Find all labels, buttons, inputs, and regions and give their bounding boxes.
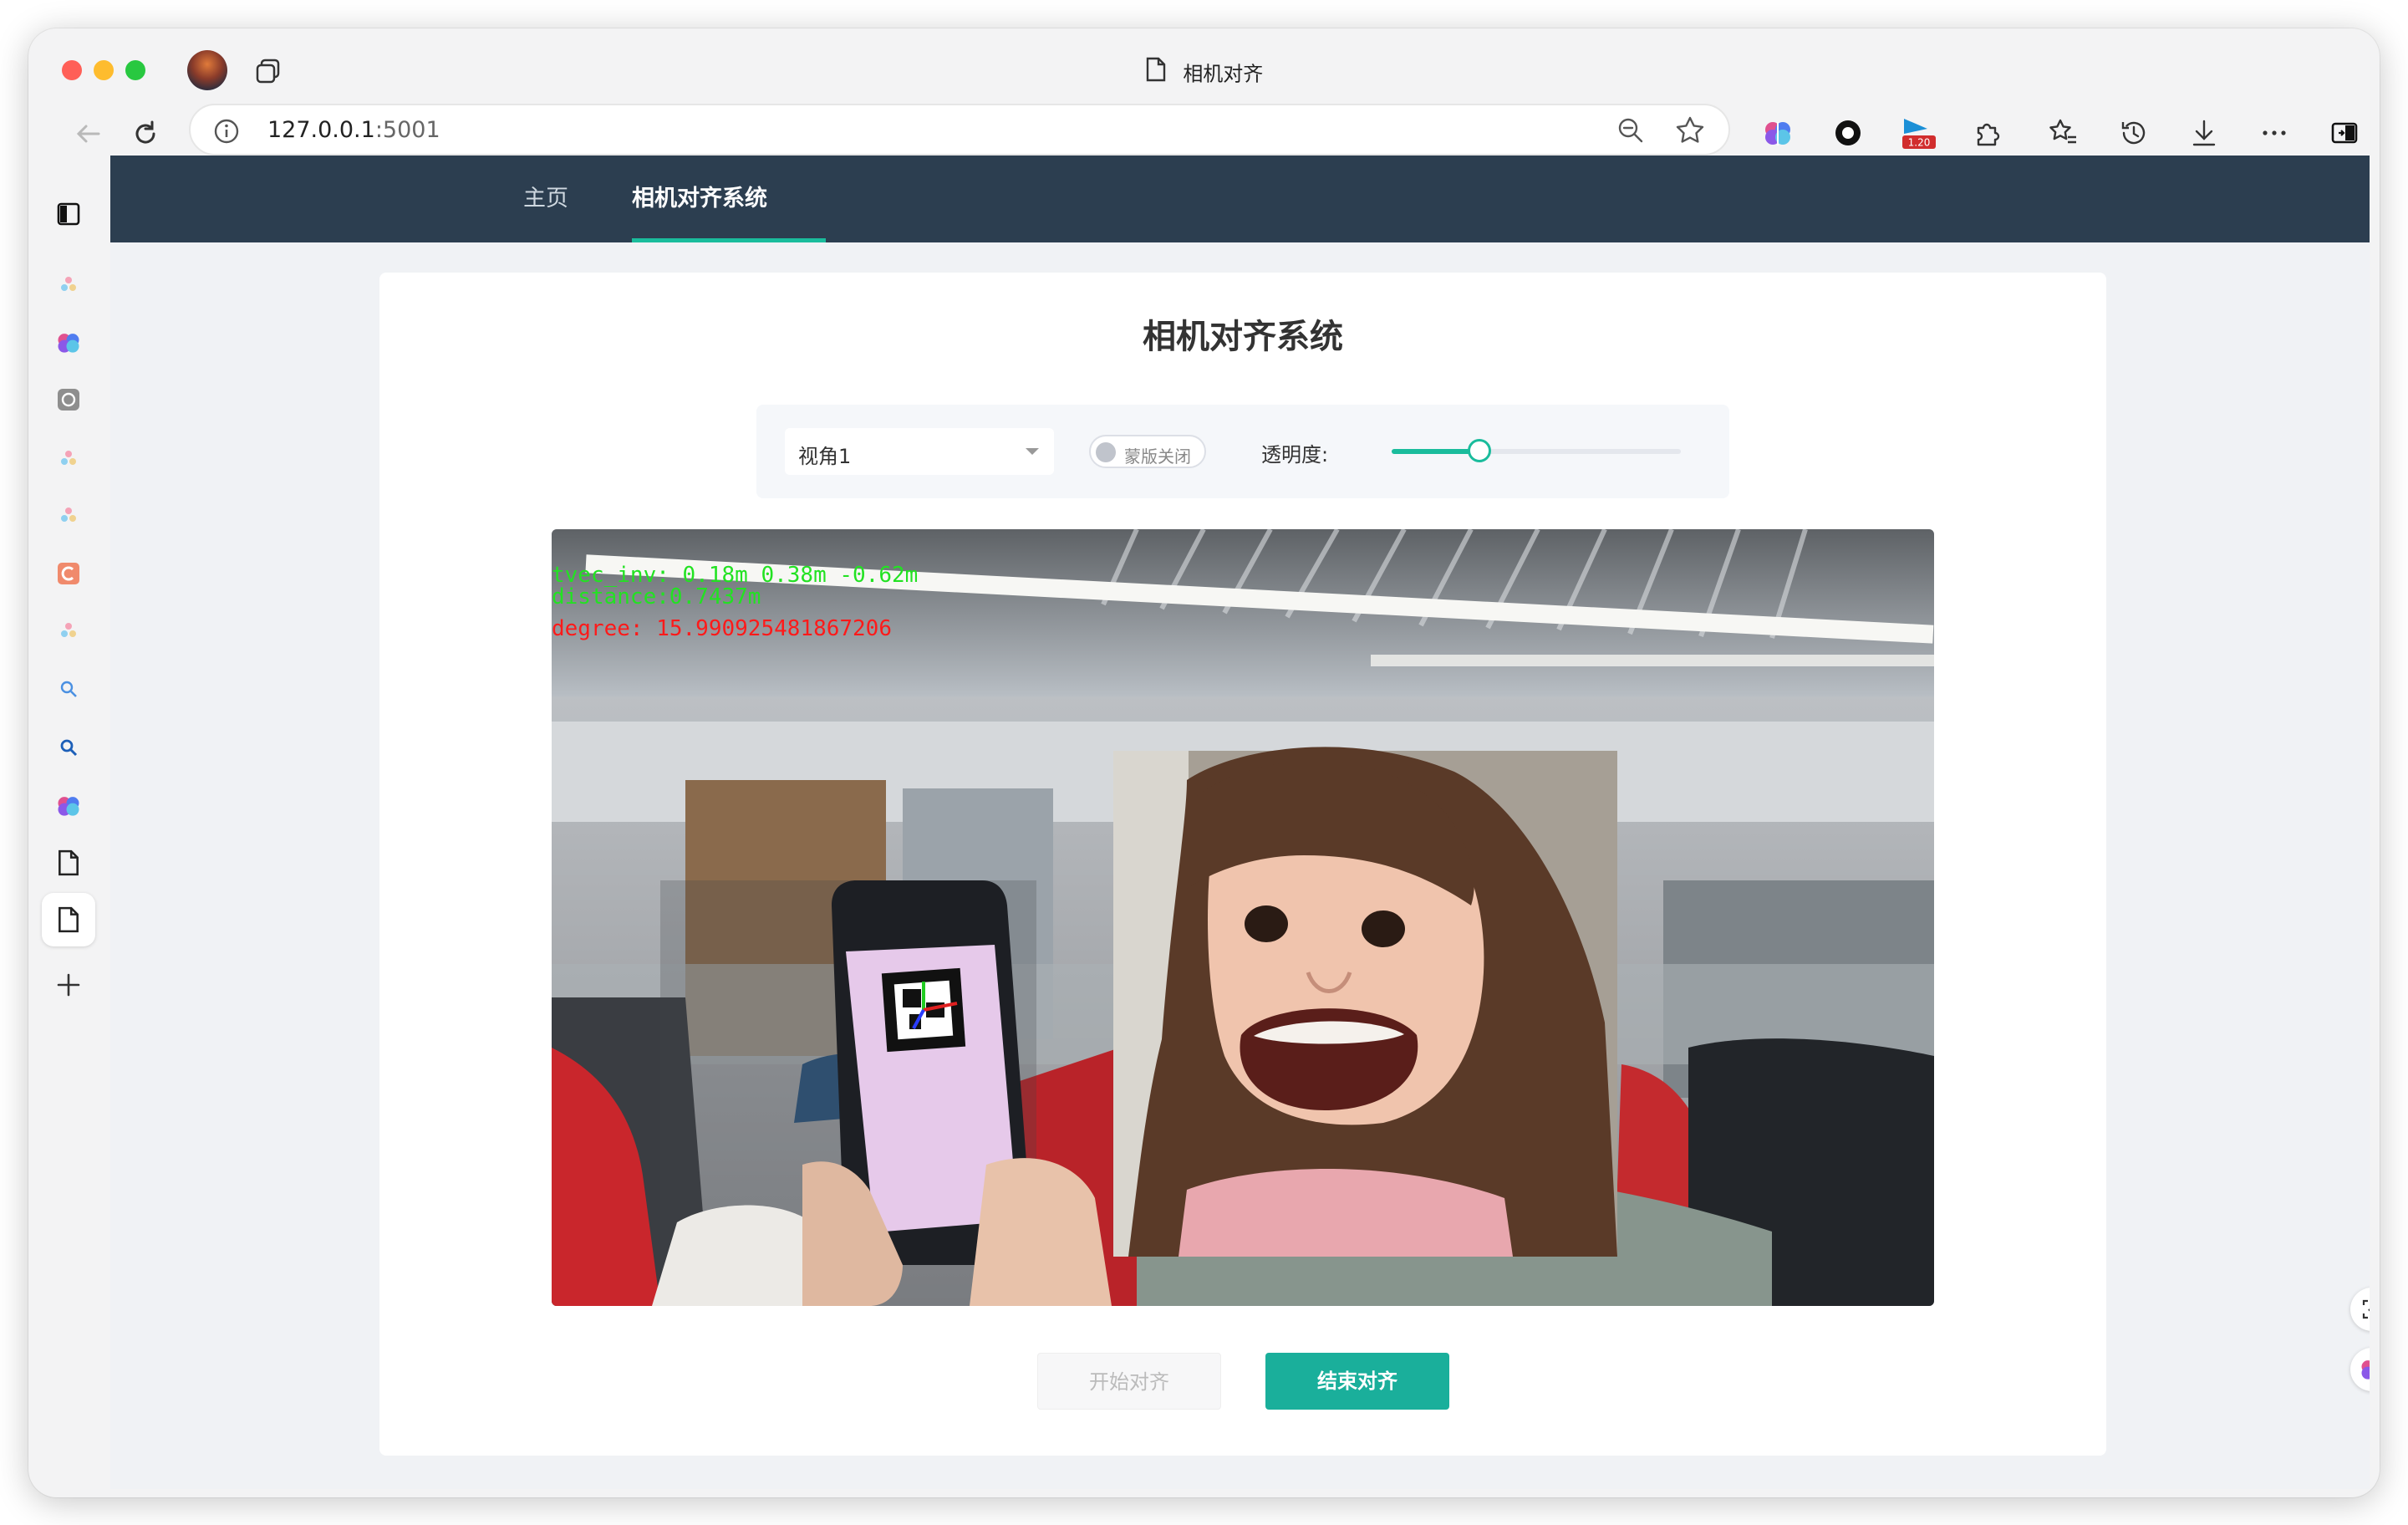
url-text[interactable]: 127.0.0.1:5001 xyxy=(267,117,440,143)
collapse-tabs-icon[interactable] xyxy=(52,197,85,231)
browser-window: 相机对齐 127.0.0.1:5001 1.20 主页 相机对齐系统 相机对齐系… xyxy=(28,28,2380,1497)
favorite-star-icon[interactable] xyxy=(1675,115,1705,149)
new-tab-plus-icon[interactable] xyxy=(52,968,85,1002)
extensions-puzzle-icon[interactable] xyxy=(1966,112,2008,154)
nav-active-indicator xyxy=(632,238,826,242)
screenshot-tool-icon[interactable] xyxy=(2350,1288,2370,1331)
zoom-out-icon[interactable] xyxy=(1616,116,1645,148)
mask-switch-label: 蒙版关闭 xyxy=(1124,446,1191,467)
tab-title: 相机对齐 xyxy=(1183,62,1264,86)
chevron-down-icon xyxy=(1026,448,1039,455)
nav-camera-align-link[interactable]: 相机对齐系统 xyxy=(632,156,767,242)
tab-favicon-triangle-icon[interactable] xyxy=(52,614,85,647)
opacity-label: 透明度: xyxy=(1261,443,1329,467)
view-select-value: 视角1 xyxy=(798,445,852,468)
web-content: 主页 相机对齐系统 相机对齐系统 视角1 蒙版关闭 透明度: tvec_inv:… xyxy=(110,156,2370,1489)
camera-frame-image xyxy=(552,529,1934,1306)
overlay-distance-text: distance:0.7437m xyxy=(552,584,761,609)
record-extension-icon[interactable] xyxy=(1827,112,1869,154)
brain-assistant-icon[interactable] xyxy=(2350,1348,2370,1391)
switch-knob xyxy=(1096,442,1116,462)
app-top-nav: 主页 相机对齐系统 xyxy=(110,156,2370,242)
overlay-degree-text: degree: 15.990925481867206 xyxy=(552,616,892,641)
site-info-icon[interactable] xyxy=(212,117,241,149)
tab-favicon-brain-icon[interactable] xyxy=(52,789,85,823)
opacity-slider-handle[interactable] xyxy=(1467,439,1491,462)
start-align-button[interactable]: 开始对齐 xyxy=(1037,1353,1221,1410)
tab-favicon-c-icon[interactable] xyxy=(52,557,85,590)
page-title: 相机对齐系统 xyxy=(1143,318,1343,356)
tab-favicon-triangle-icon[interactable] xyxy=(52,268,85,301)
opacity-slider-fill xyxy=(1392,449,1479,454)
tab-favicon-document-icon[interactable] xyxy=(52,846,85,880)
tab-favicon-triangle-icon[interactable] xyxy=(52,441,85,475)
view-select[interactable]: 视角1 xyxy=(785,428,1054,475)
tab-favicon-search-icon[interactable] xyxy=(52,731,85,764)
url-port: :5001 xyxy=(374,117,440,143)
reload-icon[interactable] xyxy=(127,115,164,152)
speed-extension-icon[interactable]: 1.20 xyxy=(1897,112,1939,154)
url-host: 127.0.0.1 xyxy=(267,117,375,143)
favorites-list-icon[interactable] xyxy=(2043,112,2085,154)
vertical-tabs-sidebar xyxy=(28,171,109,1497)
nav-home-link[interactable]: 主页 xyxy=(523,156,568,242)
main-card: 相机对齐系统 视角1 蒙版关闭 透明度: tvec_inv: 0.18m 0.3… xyxy=(379,273,2106,1456)
sidebar-toggle-icon[interactable] xyxy=(2324,112,2365,154)
history-icon[interactable] xyxy=(2113,112,2155,154)
speed-badge: 1.20 xyxy=(1908,137,1931,149)
download-icon[interactable] xyxy=(2183,112,2225,154)
more-menu-icon[interactable] xyxy=(2253,112,2295,154)
tab-favicon-brain-icon[interactable] xyxy=(52,326,85,360)
tab-favicon-triangle-icon[interactable] xyxy=(52,498,85,532)
back-icon[interactable] xyxy=(70,115,107,152)
tab-favicon-openai-icon[interactable] xyxy=(52,383,85,416)
controls-bar: 视角1 蒙版关闭 透明度: xyxy=(756,405,1729,498)
tab-favicon-document-icon[interactable] xyxy=(52,903,85,936)
camera-feed: tvec_inv: 0.18m 0.38m -0.62m distance:0.… xyxy=(552,529,1934,1306)
address-bar[interactable]: 127.0.0.1:5001 xyxy=(189,104,1730,156)
active-tab[interactable]: 相机对齐 xyxy=(28,57,2380,87)
document-icon xyxy=(1145,57,1167,87)
brain-extension-icon[interactable] xyxy=(1757,112,1799,154)
mask-toggle-switch[interactable]: 蒙版关闭 xyxy=(1089,435,1206,468)
end-align-button[interactable]: 结束对齐 xyxy=(1265,1353,1449,1410)
tab-favicon-search-icon[interactable] xyxy=(52,672,85,706)
opacity-slider[interactable] xyxy=(1392,439,1681,462)
